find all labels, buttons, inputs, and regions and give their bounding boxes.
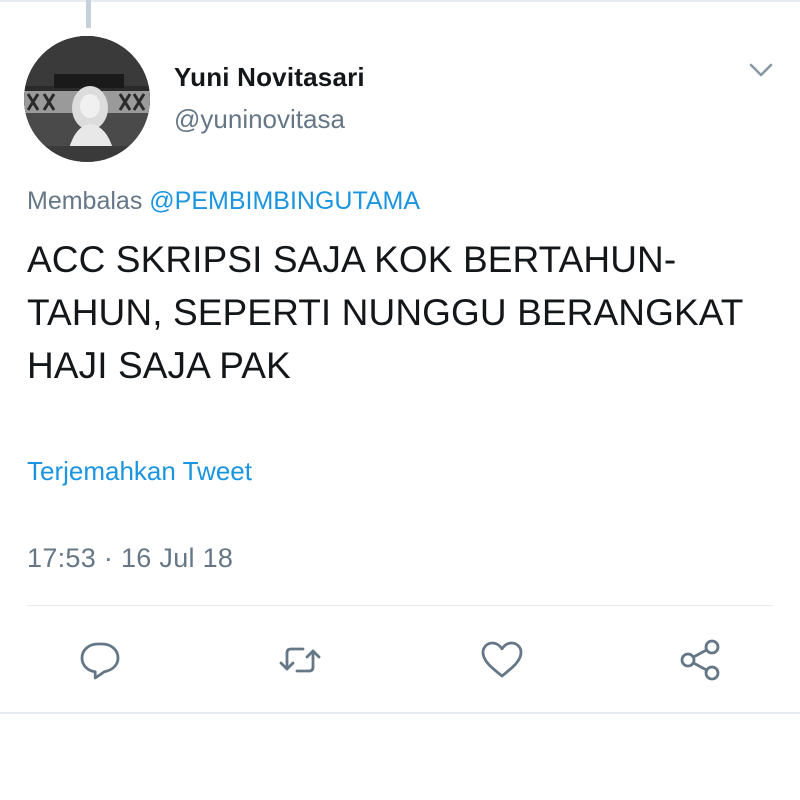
reply-prefix: Membalas [27,187,143,215]
bottom-divider [0,712,800,714]
user-handle[interactable]: @yuninovitasa [174,104,345,135]
share-button[interactable] [676,636,724,684]
retweet-icon [279,647,321,673]
tweet-text: ACC SKRIPSI SAJA KOK BERTAHUN-TAHUN, SEP… [27,239,743,386]
retweet-button[interactable] [276,636,324,684]
reply-mention-link[interactable]: @PEMBIMBINGUTAMA [149,187,420,215]
translate-tweet-link[interactable]: Terjemahkan Tweet [27,456,252,487]
chevron-down-icon[interactable] [746,58,776,82]
reply-button[interactable] [76,636,124,684]
top-divider [0,0,800,2]
tweet-timestamp[interactable]: 17:53 · 16 Jul 18 [27,543,233,574]
reply-context: Membalas @PEMBIMBINGUTAMA [27,187,420,216]
like-button[interactable] [478,636,526,684]
action-bar-divider [27,605,773,606]
display-name[interactable]: Yuni Novitasari [174,62,365,93]
thread-connector-line [86,0,91,28]
share-icon [680,639,720,681]
heart-icon [481,641,523,678]
avatar[interactable] [24,36,150,162]
speech-bubble-icon [80,642,120,680]
